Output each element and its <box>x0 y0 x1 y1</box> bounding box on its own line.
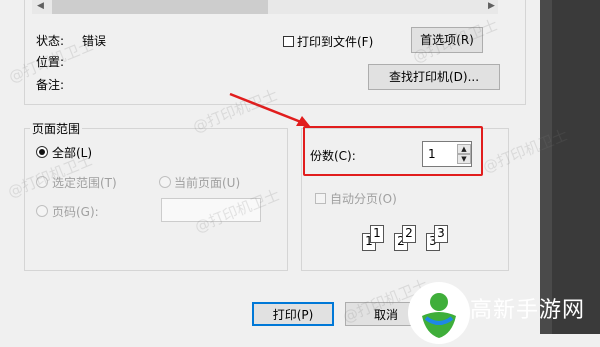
spin-up-icon[interactable]: ▲ <box>457 144 471 154</box>
radio-current-page-label: 当前页面(U) <box>174 176 241 190</box>
copies-value: 1 <box>428 147 436 161</box>
radio-current-page[interactable] <box>159 176 171 188</box>
find-printer-button[interactable]: 查找打印机(D)... <box>368 64 500 90</box>
logo-badge <box>408 282 470 344</box>
collate-checkbox[interactable] <box>315 193 326 204</box>
page-icon: 1 <box>370 225 384 243</box>
logo-icon <box>422 293 456 338</box>
logo-text: 高新手游网 <box>470 298 586 323</box>
collate-illustration: 1 1 2 2 3 3 <box>356 221 456 251</box>
page-range-title: 页面范围 <box>30 120 83 137</box>
collate-label: 自动分页(O) <box>330 192 397 206</box>
radio-pages-label: 页码(G): <box>52 205 99 219</box>
print-to-file-checkbox[interactable] <box>283 36 294 47</box>
scroll-right-icon[interactable]: ▶ <box>488 1 495 11</box>
scroll-left-icon[interactable]: ◀ <box>37 1 44 11</box>
copies-label: 份数(C): <box>310 149 356 163</box>
scrollbar-thumb[interactable] <box>52 0 268 14</box>
print-to-file-label: 打印到文件(F) <box>297 35 374 49</box>
page-icon: 2 <box>402 225 416 243</box>
page-icon: 3 <box>434 225 448 243</box>
radio-pages[interactable] <box>36 205 48 217</box>
spin-down-icon[interactable]: ▼ <box>457 154 471 164</box>
radio-all[interactable] <box>36 146 48 158</box>
print-button[interactable]: 打印(P) <box>252 302 334 326</box>
comment-label: 备注: <box>36 78 65 92</box>
copies-spinner[interactable]: 1 ▲ ▼ <box>422 141 472 167</box>
background-window-edge <box>552 0 600 334</box>
